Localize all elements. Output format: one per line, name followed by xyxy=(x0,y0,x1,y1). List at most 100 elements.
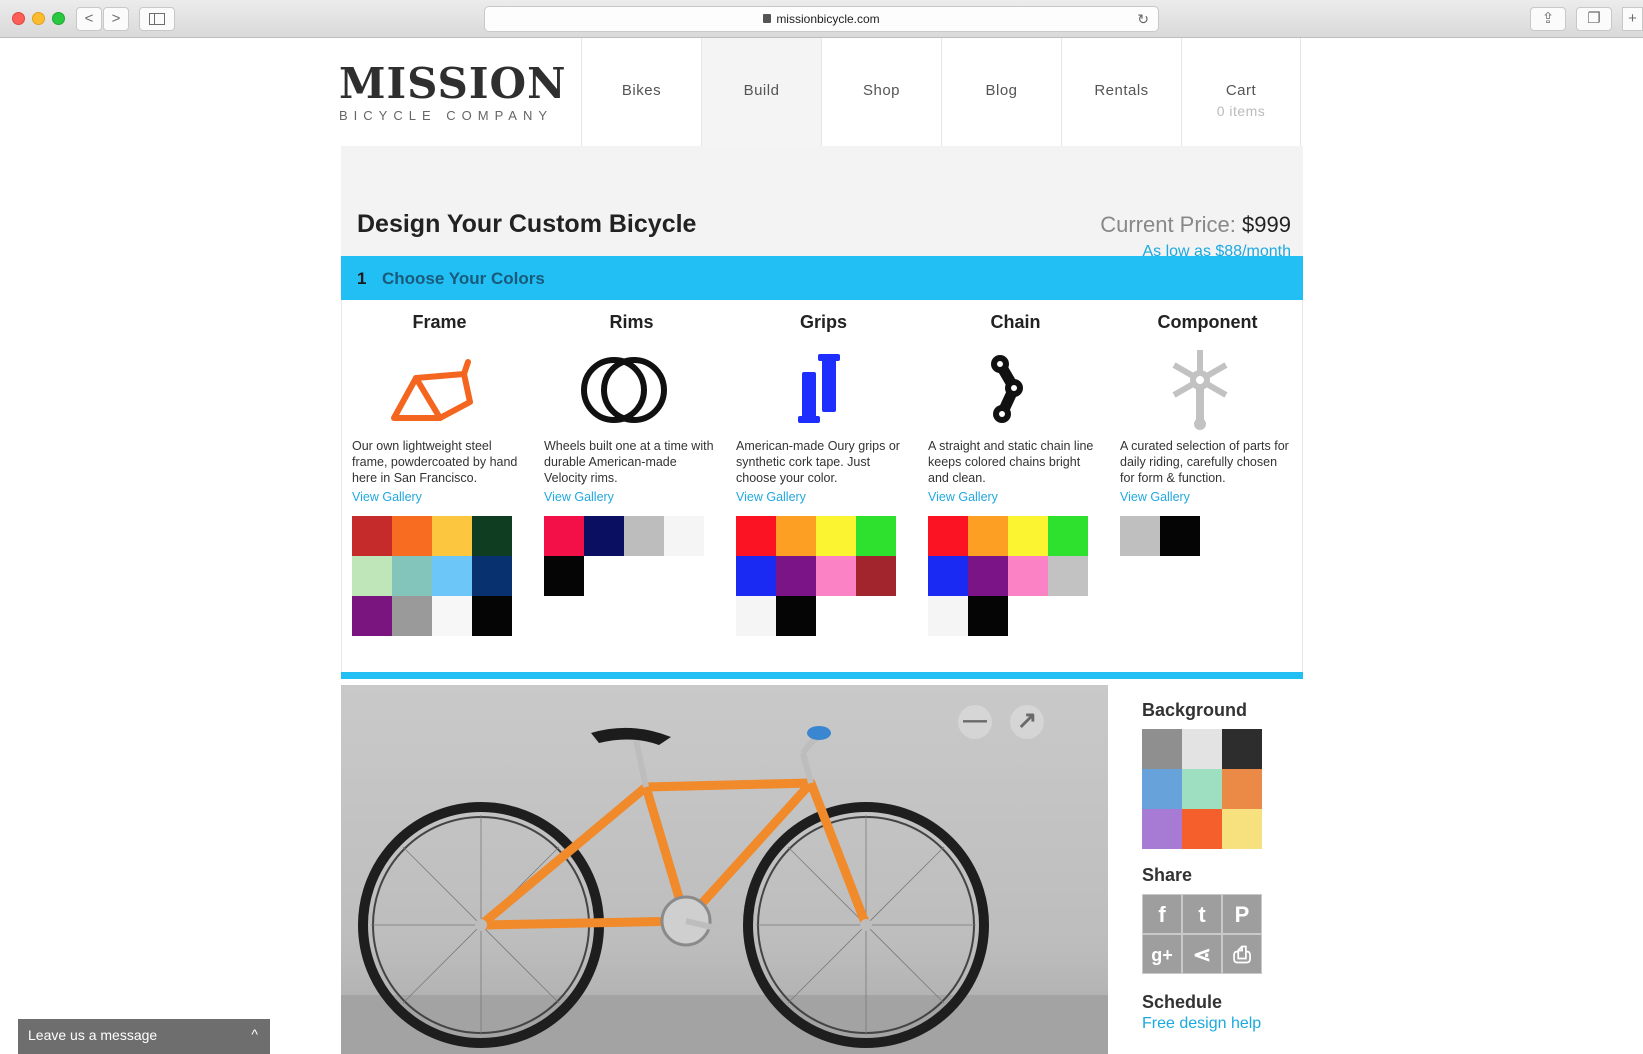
nav-item-cart[interactable]: Cart 0 items xyxy=(1181,38,1301,146)
color-swatch[interactable] xyxy=(776,516,816,556)
minimize-window-button[interactable] xyxy=(32,12,45,25)
color-swatch[interactable] xyxy=(392,596,432,636)
background-swatch[interactable] xyxy=(1142,769,1182,809)
color-swatch[interactable] xyxy=(968,556,1008,596)
color-swatch[interactable] xyxy=(736,596,776,636)
address-bar[interactable]: missionbicycle.com ↻ xyxy=(484,6,1159,32)
background-title: Background xyxy=(1142,700,1248,720)
facebook-icon[interactable]: f xyxy=(1142,894,1182,934)
background-swatch[interactable] xyxy=(1222,769,1262,809)
zoom-window-button[interactable] xyxy=(52,12,65,25)
color-swatch[interactable] xyxy=(1160,516,1200,556)
view-gallery-link[interactable]: View Gallery xyxy=(352,490,422,504)
share-page-button[interactable]: ⇪ xyxy=(1530,7,1566,31)
color-swatch[interactable] xyxy=(584,516,624,556)
option-title: Grips xyxy=(799,312,847,332)
googleplus-icon[interactable]: g+ xyxy=(1142,934,1182,974)
back-button[interactable]: < xyxy=(76,7,102,31)
option-title: Component xyxy=(1157,312,1258,332)
color-swatch[interactable] xyxy=(472,516,512,556)
color-swatch[interactable] xyxy=(856,516,896,556)
option-description: A curated selection of parts for daily r… xyxy=(1120,439,1289,485)
background-swatch[interactable] xyxy=(1182,769,1222,809)
view-gallery-link[interactable]: View Gallery xyxy=(1120,490,1190,504)
color-swatch[interactable] xyxy=(544,516,584,556)
nav-item-build[interactable]: Build xyxy=(701,38,821,146)
color-swatch[interactable] xyxy=(928,516,968,556)
color-swatch[interactable] xyxy=(968,596,1008,636)
new-tab-button[interactable]: + xyxy=(1622,7,1643,31)
color-swatch[interactable] xyxy=(816,516,856,556)
background-swatch[interactable] xyxy=(1182,729,1222,769)
nav-item-bikes[interactable]: Bikes xyxy=(581,38,701,146)
bike-preview[interactable]: — ↗ xyxy=(341,685,1108,1054)
chevron-up-icon[interactable]: ^ xyxy=(251,1026,258,1042)
chat-widget[interactable]: Leave us a message ^ xyxy=(18,1019,270,1054)
color-swatch[interactable] xyxy=(968,516,1008,556)
pinterest-icon[interactable]: P xyxy=(1222,894,1262,934)
sidebar-toggle-button[interactable] xyxy=(139,7,175,31)
color-swatch[interactable] xyxy=(624,516,664,556)
color-swatch[interactable] xyxy=(432,516,472,556)
nav-item-shop[interactable]: Shop xyxy=(821,38,941,146)
background-swatch[interactable] xyxy=(1142,729,1182,769)
view-gallery-link[interactable]: View Gallery xyxy=(928,490,998,504)
forward-button[interactable]: > xyxy=(103,7,129,31)
color-swatch[interactable] xyxy=(928,596,968,636)
preview-sidebar: Background Share f t P g+ ⋖ ⎙ Schedule F… xyxy=(1142,700,1302,1033)
cart-label: Cart xyxy=(1225,82,1257,99)
color-swatch[interactable] xyxy=(664,516,704,556)
schedule-title: Schedule xyxy=(1142,992,1223,1012)
print-icon[interactable]: ⎙ xyxy=(1222,934,1262,974)
bicycle-image xyxy=(358,726,989,1048)
color-swatch[interactable] xyxy=(776,556,816,596)
option-description: Wheels built one at a time with durable … xyxy=(544,439,714,485)
color-swatch[interactable] xyxy=(352,556,392,596)
color-swatch[interactable] xyxy=(544,556,584,596)
nav-item-blog[interactable]: Blog xyxy=(941,38,1061,146)
rims-icon xyxy=(581,357,667,423)
color-swatch[interactable] xyxy=(776,596,816,636)
color-swatch[interactable] xyxy=(432,596,472,636)
color-swatch[interactable] xyxy=(352,516,392,556)
color-swatch[interactable] xyxy=(1120,516,1160,556)
color-swatch[interactable] xyxy=(432,556,472,596)
background-swatch[interactable] xyxy=(1142,809,1182,849)
color-swatch[interactable] xyxy=(1008,556,1048,596)
url-text: missionbicycle.com xyxy=(776,12,880,26)
twitter-icon[interactable]: t xyxy=(1182,894,1222,934)
background-swatch[interactable] xyxy=(1222,809,1262,849)
close-window-button[interactable] xyxy=(12,12,25,25)
background-swatch[interactable] xyxy=(1222,729,1262,769)
background-swatch[interactable] xyxy=(1182,809,1222,849)
color-swatch[interactable] xyxy=(352,596,392,636)
color-swatch[interactable] xyxy=(392,516,432,556)
step-header[interactable]: 1 Choose Your Colors xyxy=(341,256,1303,300)
color-swatch[interactable] xyxy=(472,596,512,636)
color-swatch[interactable] xyxy=(856,556,896,596)
price-label: Current Price: xyxy=(1100,212,1236,237)
share-icon[interactable]: ⋖ xyxy=(1182,934,1222,974)
color-swatch[interactable] xyxy=(1008,516,1048,556)
current-price: Current Price: $999 xyxy=(1100,212,1291,238)
view-gallery-link[interactable]: View Gallery xyxy=(544,490,614,504)
reload-icon[interactable]: ↻ xyxy=(1137,7,1149,31)
nav-item-rentals[interactable]: Rentals xyxy=(1061,38,1181,146)
color-swatch[interactable] xyxy=(1048,556,1088,596)
option-column-grips: Grips American-made Oury grips or synthe… xyxy=(726,300,906,636)
frame-icon xyxy=(391,359,473,421)
color-swatch[interactable] xyxy=(736,556,776,596)
color-swatch[interactable] xyxy=(816,556,856,596)
site-logo[interactable]: MISSION BICYCLE COMPANY xyxy=(339,62,567,124)
grips-icon xyxy=(798,354,840,423)
view-gallery-link[interactable]: View Gallery xyxy=(736,490,806,504)
free-design-help-link[interactable]: Free design help xyxy=(1142,1015,1302,1033)
color-swatch[interactable] xyxy=(736,516,776,556)
color-swatch[interactable] xyxy=(392,556,432,596)
color-swatch[interactable] xyxy=(928,556,968,596)
color-swatch[interactable] xyxy=(472,556,512,596)
color-swatch[interactable] xyxy=(1048,516,1088,556)
show-tabs-button[interactable]: ❐ xyxy=(1576,7,1612,31)
page-title: Design Your Custom Bicycle xyxy=(357,210,697,238)
main-nav: Bikes Build Shop Blog Rentals Cart 0 ite… xyxy=(581,38,1301,146)
